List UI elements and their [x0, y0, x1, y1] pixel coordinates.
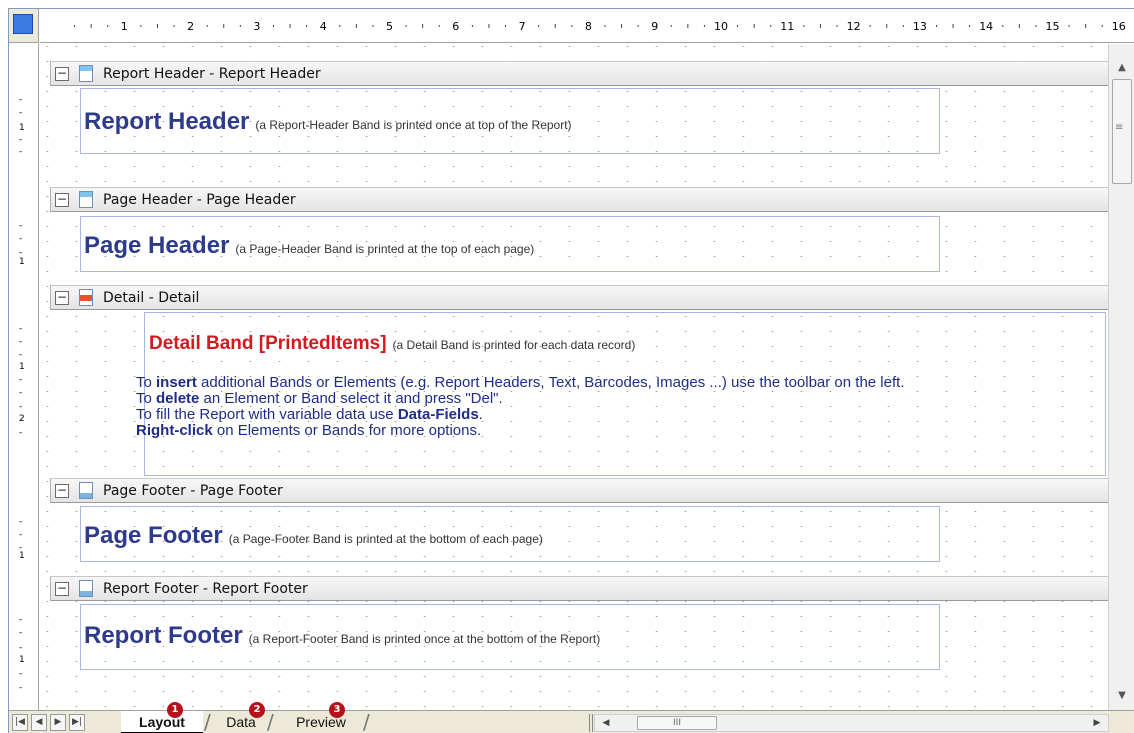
tab-layout[interactable]: Layout	[121, 711, 203, 733]
tab-divider: /	[204, 710, 211, 733]
ruler-label: 4	[320, 20, 327, 33]
scroll-left-icon[interactable]: ◀	[597, 715, 615, 731]
ruler-label: 14	[979, 20, 993, 33]
band-detail-icon	[79, 289, 93, 306]
ruler-label: 1	[121, 20, 128, 33]
ruler-label: 13	[913, 20, 927, 33]
ruler-label: 11	[780, 20, 794, 33]
nav-last-icon[interactable]: ▶|	[69, 714, 85, 731]
band-header-icon	[79, 191, 93, 208]
ruler-label: 12	[847, 20, 861, 33]
tab-preview[interactable]: Preview	[281, 711, 361, 733]
tab-divider: /	[363, 710, 370, 733]
scroll-down-icon[interactable]: ▼	[1109, 686, 1134, 706]
callout-badge-1: 1	[167, 702, 183, 718]
ruler-label: 9	[651, 20, 658, 33]
band-title: Page Header - Page Header	[103, 192, 296, 208]
grip-icon: ≡	[1115, 122, 1124, 133]
nav-next-icon[interactable]: ▶	[50, 714, 66, 731]
collapse-toggle[interactable]: −	[55, 484, 69, 498]
nav-first-icon[interactable]: |◀	[12, 714, 28, 731]
band-page-header[interactable]: − Page Header - Page Header	[50, 187, 1108, 212]
scroll-right-icon[interactable]: ▶	[1088, 715, 1106, 731]
band-footer-icon	[79, 580, 93, 597]
ruler-label: 3	[253, 20, 260, 33]
ruler-label: 5	[386, 20, 393, 33]
horizontal-scroll-thumb[interactable]: III	[637, 716, 717, 730]
band-report-header[interactable]: − Report Header - Report Header	[50, 61, 1108, 86]
instruction-data-fields: To fill the Report with variable data us…	[136, 406, 483, 423]
band-title: Page Footer - Page Footer	[103, 483, 283, 499]
design-canvas[interactable]: − Report Header - Report Header Report H…	[40, 44, 1108, 710]
page-header-text[interactable]: Page Header (a Page-Header Band is printe…	[84, 232, 534, 260]
band-title: Report Footer - Report Footer	[103, 581, 308, 597]
vertical-ruler: -- 1 -- -- -1 -- -1 -- -2 - -- -1 -- -1 …	[9, 44, 39, 710]
collapse-toggle[interactable]: −	[55, 193, 69, 207]
ruler-corner	[9, 9, 39, 43]
instruction-insert: To insert additional Bands or Elements (…	[136, 374, 905, 391]
ruler-label: 15	[1046, 20, 1060, 33]
band-detail[interactable]: − Detail - Detail	[50, 285, 1108, 310]
ruler-label: 2	[187, 20, 194, 33]
band-footer-icon	[79, 482, 93, 499]
callout-badge-3: 3	[329, 702, 345, 718]
page-footer-text[interactable]: Page Footer (a Page-Footer Band is printe…	[84, 522, 543, 550]
vertical-scrollbar[interactable]: ▲ ≡ ▼	[1108, 44, 1134, 710]
band-title: Report Header - Report Header	[103, 66, 321, 82]
ruler-label: 6	[452, 20, 459, 33]
collapse-toggle[interactable]: −	[55, 67, 69, 81]
scroll-splitter[interactable]	[589, 714, 593, 732]
bottom-bar: |◀ ◀ ▶ ▶| Layout / Data / Preview / 1 2 …	[9, 702, 1134, 733]
collapse-toggle[interactable]: −	[55, 582, 69, 596]
horizontal-ruler: 1234567891011121314151617	[40, 9, 1134, 43]
report-footer-text[interactable]: Report Footer (a Report-Footer Band is pr…	[84, 622, 600, 650]
instruction-right-click: Right-click on Elements or Bands for mor…	[136, 422, 482, 439]
ruler-label: 10	[714, 20, 728, 33]
ruler-label: 7	[519, 20, 526, 33]
tab-divider: /	[267, 710, 274, 733]
band-report-footer[interactable]: − Report Footer - Report Footer	[50, 576, 1108, 601]
instruction-delete: To delete an Element or Band select it a…	[136, 390, 503, 407]
report-header-text[interactable]: Report Header (a Report-Header Band is pr…	[84, 108, 572, 136]
report-designer: 1234567891011121314151617 -- 1 -- -- -1 …	[8, 8, 1134, 733]
scroll-up-icon[interactable]: ▲	[1109, 58, 1134, 78]
callout-badge-2: 2	[249, 702, 265, 718]
ruler-label: 8	[585, 20, 592, 33]
collapse-toggle[interactable]: −	[55, 291, 69, 305]
band-header-icon	[79, 65, 93, 82]
nav-prev-icon[interactable]: ◀	[31, 714, 47, 731]
ruler-label: 16	[1112, 20, 1126, 33]
horizontal-scrollbar[interactable]: ◀ III ▶	[594, 714, 1109, 732]
band-page-footer[interactable]: − Page Footer - Page Footer	[50, 478, 1108, 503]
detail-instructions[interactable]: To insert additional Bands or Elements (…	[136, 375, 904, 439]
select-all-square[interactable]	[13, 14, 33, 34]
detail-heading[interactable]: Detail Band [PrintedItems] (a Detail Band…	[149, 333, 635, 355]
horizontal-ruler-scale: 1234567891011121314151617	[74, 20, 1126, 33]
band-title: Detail - Detail	[103, 290, 200, 306]
